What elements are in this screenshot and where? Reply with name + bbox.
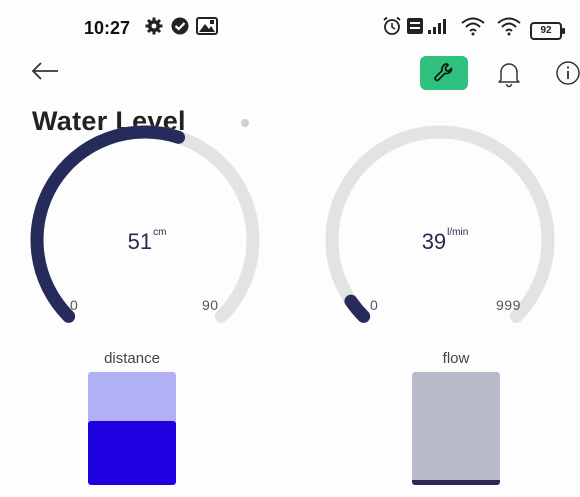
gauge-value-number: 39 — [421, 229, 447, 254]
gauge-fill — [30, 125, 186, 323]
flow-tank-fill — [412, 480, 500, 485]
flow-bar-label: flow — [442, 350, 470, 367]
distance-bar-label: distance — [104, 350, 160, 367]
distance-tank — [88, 372, 176, 485]
gauge-max-label: 90 — [202, 297, 219, 313]
flow-gauge — [325, 125, 555, 323]
gauge-min-label: 0 — [70, 297, 79, 313]
gauge-value: 51cm — [102, 227, 192, 255]
distance-tank-fill — [88, 420, 176, 485]
gauge-max-label: 999 — [496, 297, 521, 313]
gauge-value: 39l/min — [395, 227, 495, 255]
gauge-track — [325, 125, 555, 323]
gauge-min-label: 0 — [370, 297, 379, 313]
gauge-value-number: 51 — [127, 229, 153, 254]
gauge-unit: l/min — [447, 227, 469, 238]
distance-gauge — [30, 125, 260, 323]
gauge-fill — [344, 294, 371, 323]
gauge-unit: cm — [153, 227, 167, 238]
flow-tank — [412, 372, 500, 485]
